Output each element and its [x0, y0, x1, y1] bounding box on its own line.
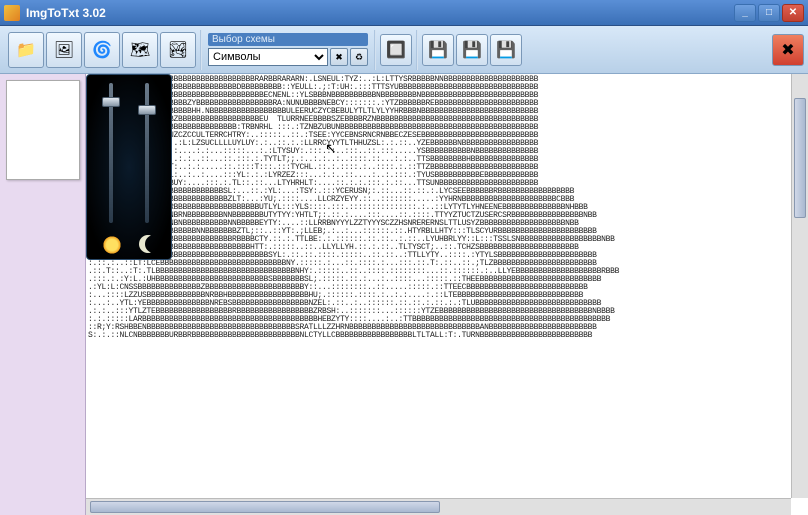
help-button[interactable]: ✖ [772, 34, 804, 66]
horizontal-scrollbar[interactable] [86, 498, 791, 515]
horizontal-scroll-thumb[interactable] [90, 501, 440, 513]
contrast-knob[interactable] [138, 105, 156, 115]
save-2-button[interactable]: 💾 [456, 34, 488, 66]
save-3-button[interactable]: 💾 [490, 34, 522, 66]
image-mode-2-button[interactable]: 🌀 [84, 32, 120, 68]
scheme-delete-button[interactable]: ✖ [330, 48, 348, 66]
moon-icon [139, 235, 157, 253]
maximize-button[interactable]: □ [758, 4, 780, 22]
vertical-scrollbar[interactable] [791, 74, 808, 498]
close-button[interactable]: ✕ [782, 4, 804, 22]
brightness-slider[interactable] [101, 83, 121, 231]
scheme-reload-button[interactable]: ♻ [350, 48, 368, 66]
save-1-button[interactable]: 💾 [422, 34, 454, 66]
contrast-slider[interactable] [137, 83, 157, 231]
thumbnail-panel [0, 74, 86, 515]
scheme-label: Выбор схемы [208, 33, 368, 46]
app-icon [4, 5, 20, 21]
brightness-contrast-popup [86, 74, 172, 260]
preview-button[interactable]: 🔲 [380, 34, 412, 66]
window-title: ImgToTxt 3.02 [26, 6, 734, 20]
brightness-knob[interactable] [102, 97, 120, 107]
vertical-scroll-thumb[interactable] [794, 98, 806, 218]
open-file-button[interactable]: 📁 [8, 32, 44, 68]
image-mode-4-button[interactable]: 🏞 [160, 32, 196, 68]
scheme-select[interactable]: Символы [208, 48, 328, 66]
scheme-chooser: Выбор схемы Символы ✖ ♻ [202, 33, 374, 66]
slider-track [145, 83, 149, 223]
image-mode-1-button[interactable]: 🖼 [46, 32, 82, 68]
toolbar: 📁 🖼 🌀 🗺 🏞 Выбор схемы Символы ✖ ♻ 🔲 💾 💾 … [0, 26, 808, 74]
title-bar: ImgToTxt 3.02 _ □ ✕ [0, 0, 808, 26]
ascii-output[interactable]: BBBBBBBBBBBBBBBBBBBBBBBBBBBBBBBBBBBBBRAR… [86, 74, 808, 515]
minimize-button[interactable]: _ [734, 4, 756, 22]
image-mode-3-button[interactable]: 🗺 [122, 32, 158, 68]
source-thumbnail[interactable] [6, 80, 80, 180]
sun-icon [102, 235, 122, 255]
window-controls: _ □ ✕ [734, 4, 804, 22]
